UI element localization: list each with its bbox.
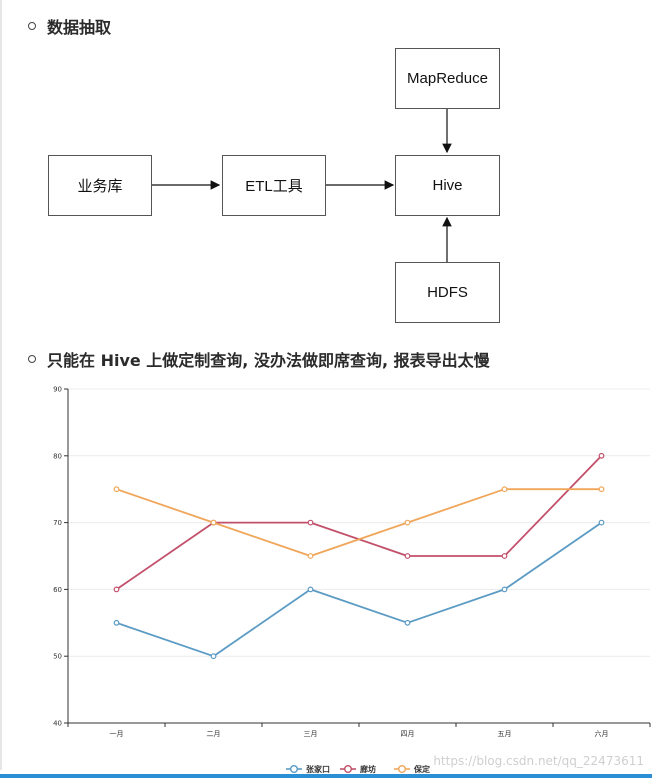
data-point xyxy=(404,619,411,626)
data-point xyxy=(404,519,411,526)
bottom-bar xyxy=(0,774,652,778)
data-point xyxy=(113,619,120,626)
x-tick-label: 二月 xyxy=(207,730,221,738)
legend[interactable]: 张家口 廊坊 保定 xyxy=(286,764,430,774)
legend-item[interactable]: 保定 xyxy=(394,764,430,774)
y-tick-label: 40 xyxy=(53,720,62,728)
axis-layer: 40 50 60 70 80 90 一月 二月 三月 四月 五月 六月 xyxy=(53,386,651,738)
section-heading-limitations: 只能在 Hive 上做定制查询, 没办法做即席查询, 报表导出太慢 xyxy=(28,347,490,371)
data-point xyxy=(501,553,508,559)
y-tick-label: 90 xyxy=(53,386,62,394)
node-label: ETL工具 xyxy=(245,178,303,195)
data-point xyxy=(307,519,314,526)
data-point xyxy=(113,586,120,593)
x-tick-label: 三月 xyxy=(304,730,318,738)
node-label: Hive xyxy=(432,177,463,194)
data-point xyxy=(598,519,605,526)
data-point xyxy=(404,553,411,559)
data-point xyxy=(210,519,217,526)
legend-label: 廊坊 xyxy=(360,764,376,774)
y-tick-label: 80 xyxy=(53,452,62,460)
x-tick-label: 一月 xyxy=(110,730,124,738)
legend-swatch-marker xyxy=(344,765,353,774)
node-mapreduce: MapReduce xyxy=(395,48,500,109)
data-point xyxy=(307,586,314,593)
y-tick-label: 70 xyxy=(53,519,62,527)
bullet-icon xyxy=(28,355,36,363)
data-point xyxy=(501,486,508,493)
legend-label: 张家口 xyxy=(306,764,330,774)
data-point xyxy=(501,586,508,593)
legend-item[interactable]: 张家口 xyxy=(286,764,330,774)
node-hdfs: HDFS xyxy=(395,262,500,323)
x-tick-label: 六月 xyxy=(595,729,609,738)
line-chart: 40 50 60 70 80 90 一月 二月 三月 四月 五月 六月 张家口 廊坊 保定 xyxy=(53,386,651,774)
section-heading-text: 只能在 Hive 上做定制查询, 没办法做即席查询, 报表导出太慢 xyxy=(47,351,490,370)
data-point xyxy=(598,486,605,493)
legend-item[interactable]: 廊坊 xyxy=(340,764,376,774)
node-business-db: 业务库 xyxy=(48,155,152,216)
node-label: HDFS xyxy=(427,284,468,301)
node-hive: Hive xyxy=(395,155,500,216)
legend-label: 保定 xyxy=(413,764,430,774)
data-point xyxy=(210,653,217,660)
legend-swatch-marker xyxy=(290,765,299,774)
x-tick-label: 五月 xyxy=(498,730,512,738)
legend-swatch-marker xyxy=(398,765,407,774)
watermark: https://blog.csdn.net/qq_22473611 xyxy=(433,754,644,768)
node-label: 业务库 xyxy=(77,178,123,195)
series-layer xyxy=(113,452,605,660)
y-tick-label: 60 xyxy=(53,586,62,594)
x-tick-label: 四月 xyxy=(401,730,415,738)
data-point xyxy=(307,553,314,559)
y-tick-label: 50 xyxy=(53,653,62,661)
data-point xyxy=(113,486,120,493)
grid-layer xyxy=(68,388,650,657)
node-etl-tool: ETL工具 xyxy=(222,155,326,216)
data-point xyxy=(598,452,605,459)
node-label: MapReduce xyxy=(407,70,488,87)
